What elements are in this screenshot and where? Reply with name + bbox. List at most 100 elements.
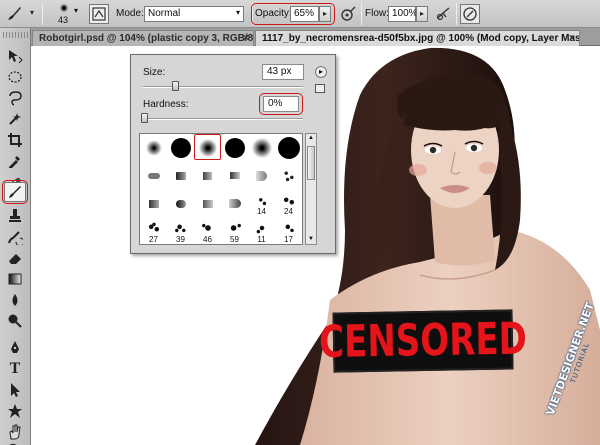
preset-hard-round[interactable]	[167, 134, 194, 161]
options-bar: ▾ 43 ▾ Mode: Normal ▾ Opacity: 65% ▸ Flo…	[0, 0, 600, 28]
history-brush-tool-icon[interactable]	[4, 227, 26, 247]
brush-preset-picker[interactable]: 43 ▾	[50, 2, 82, 26]
preset-size-label: 17	[284, 235, 293, 244]
brush-tool-icon[interactable]	[4, 182, 26, 202]
custom-shape-tool-icon[interactable]	[4, 401, 26, 421]
preset-39[interactable]: 39	[167, 218, 194, 244]
size-slider-track[interactable]	[143, 86, 303, 88]
pen-tool-icon[interactable]	[4, 338, 26, 358]
document-tabs: Robotgirl.psd @ 104% (plastic copy 3, RG…	[0, 28, 600, 46]
preset-size-label: 39	[176, 235, 185, 244]
preset-chalk[interactable]	[140, 162, 167, 189]
preset-59[interactable]: 59	[221, 218, 248, 244]
opacity-input[interactable]: 65%	[290, 6, 319, 22]
tool-preset-dropdown[interactable]: ▾	[26, 6, 38, 22]
brush-tip-preview-icon	[60, 4, 68, 12]
flow-slider-toggle[interactable]: ▸	[416, 6, 428, 22]
preset-brush-4[interactable]	[221, 162, 248, 189]
tab-label: 1117_by_necromensrea-d50f5bx.jpg @ 100% …	[262, 33, 580, 44]
lasso-tool-icon[interactable]	[4, 88, 26, 108]
scrollbar-thumb[interactable]	[307, 146, 315, 180]
hardness-input[interactable]: 0%	[263, 96, 299, 112]
toolbox: T	[0, 28, 31, 445]
brush-tool-preset-icon[interactable]	[4, 4, 24, 24]
censored-text: CENSORED	[318, 313, 528, 369]
crop-tool-icon[interactable]	[4, 130, 26, 150]
eyedropper-tool-icon[interactable]	[4, 151, 26, 171]
blend-mode-select[interactable]: Normal ▾	[144, 6, 244, 22]
preset-brush-9[interactable]	[194, 190, 221, 217]
preset-size-label: 46	[203, 235, 212, 244]
zoom-tool-icon[interactable]	[4, 441, 26, 445]
preset-brush-10[interactable]	[221, 190, 248, 217]
tab-necromensrea[interactable]: 1117_by_necromensrea-d50f5bx.jpg @ 100% …	[255, 30, 580, 46]
reset-sample-size-icon[interactable]	[315, 84, 325, 93]
close-icon[interactable]: ×	[243, 33, 249, 44]
preset-soft-round-small[interactable]	[140, 134, 167, 161]
tab-robotgirl[interactable]: Robotgirl.psd @ 104% (plastic copy 3, RG…	[32, 30, 254, 46]
airbrush-icon[interactable]	[434, 4, 454, 24]
panel-menu-icon[interactable]: ▸	[315, 66, 327, 78]
opacity-slider-toggle[interactable]: ▸	[319, 6, 331, 22]
preset-hard-round-xl[interactable]	[275, 134, 302, 161]
preset-brush-3[interactable]	[194, 162, 221, 189]
preset-spatter[interactable]	[275, 162, 302, 189]
preset-brush-5[interactable]	[248, 162, 275, 189]
preset-11[interactable]: 11	[248, 218, 275, 244]
size-input[interactable]: 43 px	[262, 64, 304, 80]
preset-size-label: 14	[257, 207, 266, 216]
brush-size-readout: 43	[58, 15, 69, 25]
dodge-tool-icon[interactable]	[4, 311, 26, 331]
opacity-label: Opacity:	[255, 8, 292, 19]
document-canvas[interactable]: Size: 43 px ▸ Hardness: 0% 14 24 27 39 4…	[32, 46, 600, 445]
preset-hard-round-large[interactable]	[221, 134, 248, 161]
airbrush-opacity-pressure-icon[interactable]	[338, 4, 358, 24]
preset-brush-8[interactable]	[167, 190, 194, 217]
type-tool-icon[interactable]: T	[4, 359, 26, 379]
selected-preset-highlight	[194, 134, 221, 160]
eraser-tool-icon[interactable]	[4, 248, 26, 268]
preset-27[interactable]: 27	[140, 218, 167, 244]
preset-soft-round-large[interactable]	[248, 134, 275, 161]
clone-stamp-tool-icon[interactable]	[4, 206, 26, 226]
brush-panel-toggle-icon[interactable]	[89, 4, 109, 24]
hardness-slider-thumb[interactable]	[141, 113, 148, 123]
preset-scatter-14[interactable]: 14	[248, 190, 275, 217]
preset-scatter-24[interactable]: 24	[275, 190, 302, 217]
move-tool-icon[interactable]	[4, 46, 26, 66]
scroll-up-icon[interactable]: ▲	[307, 135, 315, 142]
presets-scrollbar[interactable]: ▲ ▼	[305, 133, 317, 245]
brush-presets-grid: 14 24 27 39 46 59 11 17	[139, 133, 303, 245]
hardness-slider-track[interactable]	[143, 118, 303, 120]
photoshop-window: ▾ 43 ▾ Mode: Normal ▾ Opacity: 65% ▸ Flo…	[0, 0, 600, 445]
size-label: Size:	[143, 67, 166, 78]
preset-size-label: 11	[257, 235, 266, 244]
brush-preset-panel: Size: 43 px ▸ Hardness: 0% 14 24 27 39 4…	[130, 54, 336, 254]
blur-tool-icon[interactable]	[4, 290, 26, 310]
marquee-tool-icon[interactable]	[4, 67, 26, 87]
path-selection-tool-icon[interactable]	[4, 380, 26, 400]
flow-input[interactable]: 100%	[388, 6, 418, 22]
tablet-pressure-size-icon[interactable]	[460, 4, 480, 24]
hand-tool-icon[interactable]	[4, 422, 26, 442]
censored-label: CENSORED	[319, 309, 527, 373]
size-slider-thumb[interactable]	[171, 81, 179, 91]
close-icon[interactable]: ×	[569, 33, 575, 44]
preset-brush-2[interactable]	[167, 162, 194, 189]
mode-label: Mode:	[116, 8, 144, 19]
chevron-down-icon: ▾	[74, 6, 79, 15]
scroll-down-icon[interactable]: ▼	[307, 236, 315, 243]
quick-selection-tool-icon[interactable]	[4, 109, 26, 129]
preset-size-label: 24	[284, 207, 293, 216]
toolbox-grip[interactable]	[3, 32, 28, 38]
hardness-label: Hardness:	[143, 99, 189, 110]
blend-mode-value: Normal	[148, 8, 181, 19]
chevron-down-icon: ▾	[235, 8, 240, 17]
gradient-tool-icon[interactable]	[4, 269, 26, 289]
preset-46[interactable]: 46	[194, 218, 221, 244]
watermark: VIETDESIGNER.NET TUTORIAL	[544, 301, 597, 435]
preset-brush-7[interactable]	[140, 190, 167, 217]
flow-label: Flow:	[365, 8, 389, 19]
tab-label: Robotgirl.psd @ 104% (plastic copy 3, RG…	[39, 33, 254, 44]
preset-17[interactable]: 17	[275, 218, 302, 244]
